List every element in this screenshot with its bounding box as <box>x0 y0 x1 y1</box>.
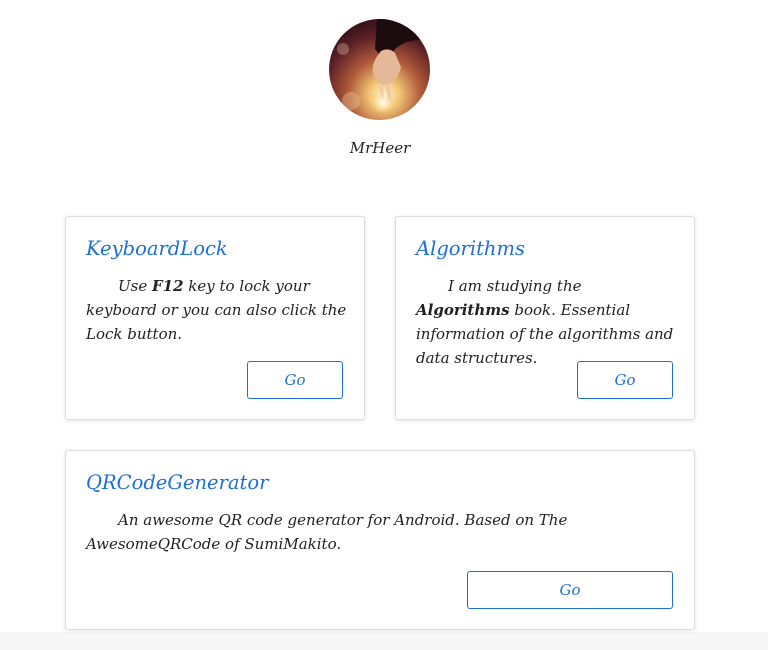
card-description: Use F12 key to lock your keyboard or you… <box>86 274 348 346</box>
desc-text: Use <box>118 277 152 295</box>
page-bottom-band <box>0 632 768 650</box>
go-button[interactable]: Go <box>467 571 673 609</box>
project-card-algorithms: Algorithms I am studying the Algorithms … <box>395 216 695 420</box>
project-card-keyboardlock: KeyboardLock Use F12 key to lock your ke… <box>65 216 365 420</box>
go-button[interactable]: Go <box>247 361 343 399</box>
go-button[interactable]: Go <box>577 361 673 399</box>
profile-header: MrHeer <box>0 0 768 170</box>
avatar <box>329 19 430 120</box>
card-description: An awesome QR code generator for Android… <box>86 508 678 556</box>
desc-text: An awesome QR code generator for Android… <box>86 511 568 553</box>
username: MrHeer <box>349 139 411 157</box>
desc-text: I am studying the <box>448 277 582 295</box>
card-description: I am studying the Algorithms book. Essen… <box>416 274 678 370</box>
project-card-qrcodegenerator: QRCodeGenerator An awesome QR code gener… <box>65 450 695 630</box>
card-title[interactable]: QRCodeGenerator <box>86 471 268 494</box>
desc-bold: Algorithms <box>416 301 510 319</box>
card-title[interactable]: KeyboardLock <box>86 237 228 260</box>
desc-bold: F12 <box>151 277 184 295</box>
card-title[interactable]: Algorithms <box>416 237 525 260</box>
